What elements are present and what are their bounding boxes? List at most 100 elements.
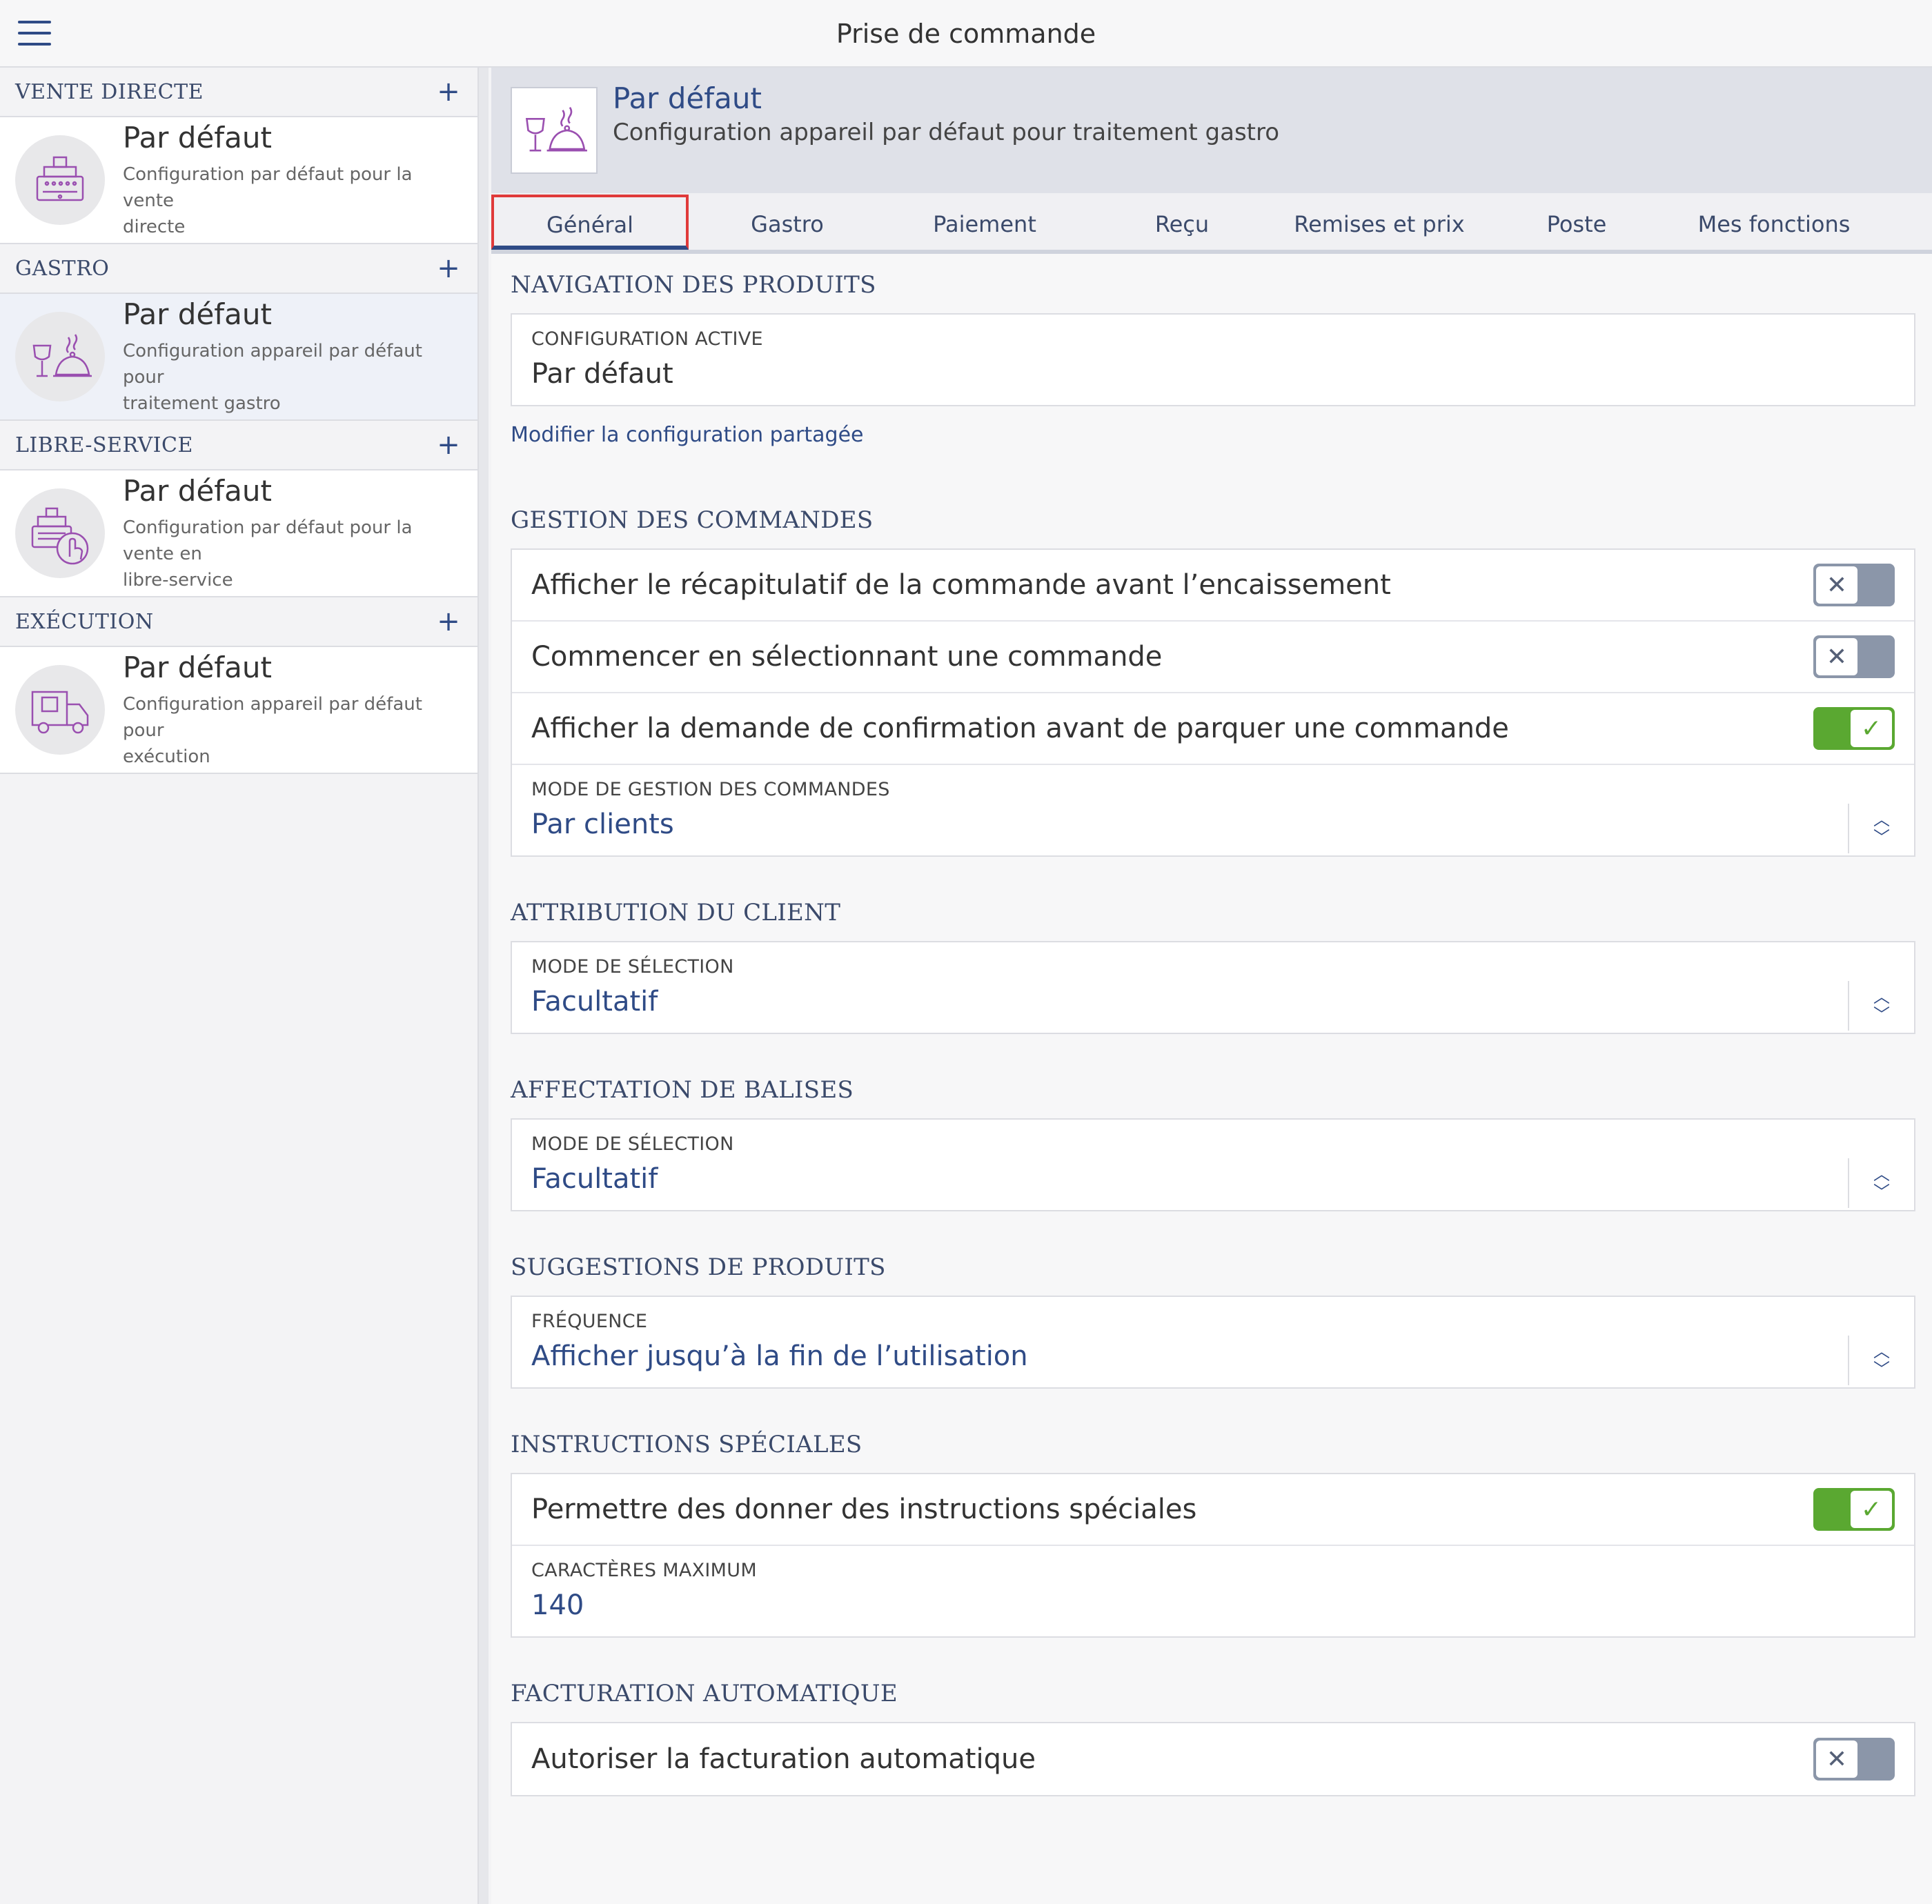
sidebar-item-subtitle: Configuration par défaut pour la vente <box>123 163 413 211</box>
sidebar-item-subtitle: libre-service <box>123 569 233 591</box>
delivery-truck-icon <box>15 665 105 755</box>
tab-gastro[interactable]: Gastro <box>689 193 886 250</box>
client-card: MODE DE SÉLECTION Facultatif ︿ ﹀ <box>511 941 1915 1034</box>
self-service-register-icon <box>15 488 105 578</box>
config-title: Par défaut <box>613 81 762 115</box>
tags-card: MODE DE SÉLECTION Facultatif ︿ ﹀ <box>511 1118 1915 1211</box>
sidebar-item-title: Par défaut <box>123 473 272 508</box>
sidebar-section-header: VENTE DIRECTE + <box>0 68 477 117</box>
park-confirm-toggle[interactable]: ✓ <box>1813 707 1895 750</box>
wine-cloche-icon <box>511 87 598 174</box>
field-label: MODE DE GESTION DES COMMANDES <box>531 779 890 800</box>
sidebar-item-subtitle: traitement gastro <box>123 393 281 414</box>
add-icon[interactable]: + <box>435 608 462 635</box>
sidebar-section-libre-service: LIBRE-SERVICE + Par défaut Configuration… <box>0 421 477 597</box>
sidebar-section-header: GASTRO + <box>0 244 477 294</box>
settings-content: NAVIGATION DES PRODUITS CONFIGURATION AC… <box>491 254 1932 1796</box>
toggle-row-instructions: Permettre des donner des instructions sp… <box>512 1474 1914 1546</box>
chevron-up-down-icon: ︿ ﹀ <box>1848 804 1914 853</box>
summary-toggle[interactable]: ✕ <box>1813 564 1895 606</box>
start-select-toggle[interactable]: ✕ <box>1813 635 1895 678</box>
sidebar-item-subtitle: Configuration appareil par défaut pour <box>123 340 422 388</box>
app-title: Prise de commande <box>836 19 1096 49</box>
tab-poste[interactable]: Poste <box>1478 193 1675 250</box>
field-value: Par clients <box>531 809 674 840</box>
order-mode-select[interactable]: MODE DE GESTION DES COMMANDES Par client… <box>512 765 1914 855</box>
toggle-row-summary: Afficher le récapitulatif de la commande… <box>512 550 1914 622</box>
sidebar-item-title: Par défaut <box>123 650 272 684</box>
sidebar-section-label: EXÉCUTION <box>15 609 154 634</box>
sidebar-section-label: VENTE DIRECTE <box>15 79 204 104</box>
config-header: Par défaut Configuration appareil par dé… <box>491 68 1932 193</box>
sidebar-section-vente-directe: VENTE DIRECTE + Par défaut Configuration… <box>0 68 477 244</box>
field-value: Par défaut <box>531 358 673 390</box>
billing-toggle[interactable]: ✕ <box>1813 1738 1895 1781</box>
sidebar-item-gastro[interactable]: Par défaut Configuration appareil par dé… <box>0 294 477 421</box>
toggle-row-billing: Autoriser la facturation automatique ✕ <box>512 1723 1914 1795</box>
hamburger-menu-icon[interactable] <box>18 21 51 48</box>
field-label: MODE DE SÉLECTION <box>531 956 734 978</box>
sidebar-item-subtitle: directe <box>123 216 186 237</box>
sidebar: VENTE DIRECTE + Par défaut Configuration… <box>0 68 489 1904</box>
main-panel: Par défaut Configuration appareil par dé… <box>491 68 1932 1904</box>
sidebar-section-header: LIBRE-SERVICE + <box>0 421 477 470</box>
sidebar-item-libre-service[interactable]: Par défaut Configuration par défaut pour… <box>0 470 477 597</box>
tab-remises-et-prix[interactable]: Remises et prix <box>1281 193 1478 250</box>
toggle-label: Autoriser la facturation automatique <box>531 1743 1036 1775</box>
close-icon: ✕ <box>1816 638 1857 675</box>
field-value: Facultatif <box>531 1163 658 1195</box>
sidebar-section-header: EXÉCUTION + <box>0 597 477 647</box>
field-value: Afficher jusqu’à la fin de l’utilisation <box>531 1340 1028 1372</box>
add-icon[interactable]: + <box>435 78 462 106</box>
field-label: FRÉQUENCE <box>531 1311 648 1332</box>
tab-general[interactable]: Général <box>491 195 689 250</box>
tags-mode-select[interactable]: MODE DE SÉLECTION Facultatif ︿ ﹀ <box>512 1120 1914 1210</box>
sidebar-section-gastro: GASTRO + Par défaut Configuration appare… <box>0 244 477 421</box>
edit-shared-config-link[interactable]: Modifier la configuration partagée <box>511 406 1915 464</box>
field-label: CONFIGURATION ACTIVE <box>531 328 763 350</box>
client-mode-select[interactable]: MODE DE SÉLECTION Facultatif ︿ ﹀ <box>512 942 1914 1033</box>
chevron-up-down-icon: ︿ ﹀ <box>1848 1336 1914 1385</box>
toggle-label: Permettre des donner des instructions sp… <box>531 1494 1197 1525</box>
sidebar-section-label: GASTRO <box>15 256 110 281</box>
field-value: Facultatif <box>531 986 658 1018</box>
section-title-orders: GESTION DES COMMANDES <box>511 506 874 534</box>
section-title-client: ATTRIBUTION DU CLIENT <box>511 899 841 926</box>
toggle-row-start-select: Commencer en sélectionnant une commande … <box>512 622 1914 693</box>
frequency-select[interactable]: FRÉQUENCE Afficher jusqu’à la fin de l’u… <box>512 1297 1914 1387</box>
sidebar-section-label: LIBRE-SERVICE <box>15 433 193 457</box>
max-characters-field[interactable]: CARACTÈRES MAXIMUM 140 <box>512 1546 1914 1636</box>
tab-recu[interactable]: Reçu <box>1083 193 1281 250</box>
toggle-label: Afficher le récapitulatif de la commande… <box>531 569 1391 601</box>
chevron-up-down-icon: ︿ ﹀ <box>1848 981 1914 1031</box>
config-subtitle: Configuration appareil par défaut pour t… <box>613 119 1280 146</box>
add-icon[interactable]: + <box>435 431 462 459</box>
active-configuration-field: CONFIGURATION ACTIVE Par défaut <box>512 315 1914 405</box>
wine-cloche-icon <box>15 312 105 401</box>
sidebar-section-execution: EXÉCUTION + Par défaut Configuration app… <box>0 597 477 774</box>
toggle-label: Afficher la demande de confirmation avan… <box>531 713 1509 744</box>
sidebar-item-execution[interactable]: Par défaut Configuration appareil par dé… <box>0 647 477 774</box>
section-title-tags: AFFECTATION DE BALISES <box>511 1076 854 1104</box>
section-title-navigation: NAVIGATION DES PRODUITS <box>511 271 876 299</box>
close-icon: ✕ <box>1816 566 1857 604</box>
toggle-label: Commencer en sélectionnant une commande <box>531 641 1163 673</box>
section-title-suggestions: SUGGESTIONS DE PRODUITS <box>511 1253 886 1281</box>
field-value: 140 <box>531 1589 584 1621</box>
orders-card: Afficher le récapitulatif de la commande… <box>511 548 1915 857</box>
tab-mes-fonctions[interactable]: Mes fonctions <box>1675 193 1873 250</box>
instructions-toggle[interactable]: ✓ <box>1813 1488 1895 1531</box>
field-label: CARACTÈRES MAXIMUM <box>531 1560 757 1581</box>
close-icon: ✕ <box>1816 1741 1857 1778</box>
sidebar-item-subtitle: Configuration par défaut pour la vente e… <box>123 517 413 564</box>
sidebar-item-subtitle: Configuration appareil par défaut pour <box>123 693 422 741</box>
add-icon[interactable]: + <box>435 255 462 282</box>
sidebar-item-subtitle: exécution <box>123 746 210 767</box>
section-title-instructions: INSTRUCTIONS SPÉCIALES <box>511 1431 862 1458</box>
check-icon: ✓ <box>1851 1491 1892 1528</box>
tab-paiement[interactable]: Paiement <box>886 193 1083 250</box>
top-bar: Prise de commande <box>0 0 1932 68</box>
sidebar-item-vente-directe[interactable]: Par défaut Configuration par défaut pour… <box>0 117 477 244</box>
billing-card: Autoriser la facturation automatique ✕ <box>511 1722 1915 1796</box>
chevron-up-down-icon: ︿ ﹀ <box>1848 1158 1914 1208</box>
